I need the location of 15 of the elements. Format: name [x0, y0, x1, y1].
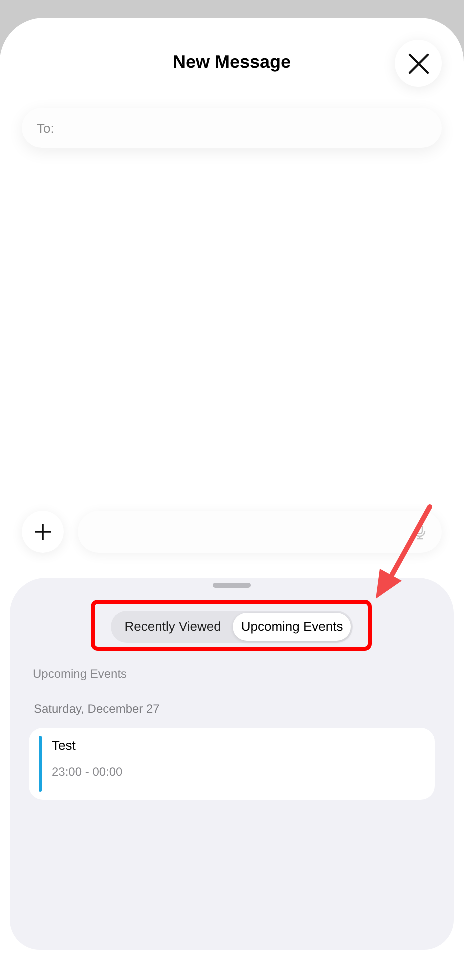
close-button[interactable]	[395, 40, 442, 87]
event-card[interactable]: Test 23:00 - 00:00	[29, 728, 435, 800]
recipient-field[interactable]: To:	[22, 108, 442, 148]
close-icon	[408, 52, 430, 74]
plus-icon	[34, 523, 52, 541]
window-title: New Message	[172, 50, 292, 74]
drag-handle[interactable]	[213, 583, 251, 588]
microphone-icon[interactable]	[414, 524, 426, 540]
section-title: Upcoming Events	[33, 666, 128, 683]
event-title: Test	[52, 737, 77, 755]
add-button[interactable]	[22, 511, 64, 553]
date-heading: Saturday, December 27	[34, 701, 161, 718]
segment-tab[interactable]: Recently Viewed	[112, 613, 234, 641]
segment-tab[interactable]: Upcoming Events	[233, 613, 352, 641]
event-time: 23:00 - 00:00	[52, 764, 123, 780]
